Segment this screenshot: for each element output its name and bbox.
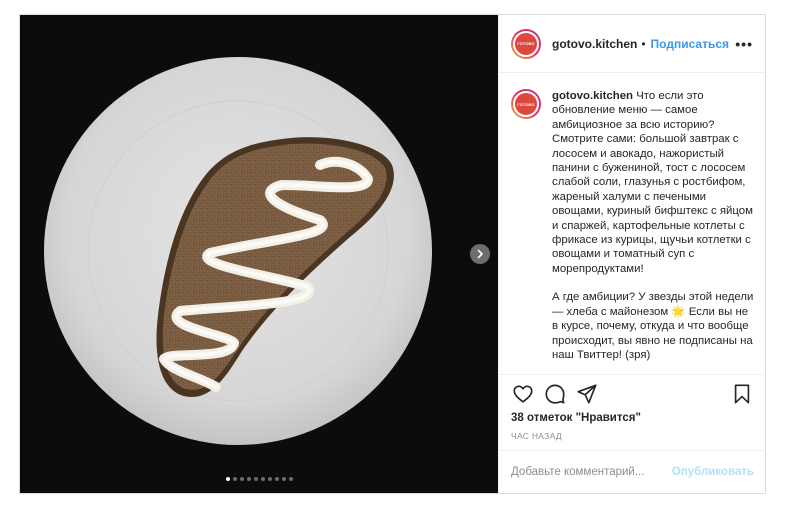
avatar-logo: ГОТОВО: [513, 91, 539, 117]
comment-input[interactable]: [511, 466, 671, 478]
follow-button[interactable]: Подписаться: [651, 37, 729, 51]
action-bar: 38 отметок "Нравится" ЧАС НАЗАД: [499, 375, 766, 441]
heart-icon[interactable]: [511, 382, 535, 406]
carousel-dot: [260, 477, 265, 481]
add-comment-bar: Опубликовать: [499, 450, 766, 493]
caption-username[interactable]: gotovo.kitchen: [552, 90, 633, 102]
avatar-logo: ГОТОВО: [513, 30, 539, 57]
post-photo: [20, 15, 498, 493]
carousel-dot: [246, 477, 251, 481]
avatar[interactable]: ГОТОВО: [511, 28, 541, 59]
carousel-dot: [232, 477, 237, 481]
bookmark-icon[interactable]: [730, 382, 754, 406]
caption-paragraph: Что если это обновление меню — самое амб…: [552, 90, 753, 275]
post-caption: gotovo.kitchen Что если это обновление м…: [552, 89, 754, 362]
carousel-dot: [267, 477, 272, 481]
publish-button[interactable]: Опубликовать: [672, 466, 754, 478]
chevron-right-icon: [477, 249, 483, 259]
post-sidebar: ГОТОВО gotovo.kitchen • Подписаться ••• …: [498, 15, 766, 493]
carousel-dot: [253, 477, 258, 481]
post-media[interactable]: [20, 15, 498, 493]
carousel-dot: [274, 477, 279, 481]
action-icons: [511, 375, 754, 413]
post-header: ГОТОВО gotovo.kitchen • Подписаться •••: [499, 15, 765, 73]
carousel-dot: [281, 477, 286, 481]
comments-section[interactable]: ГОТОВО gotovo.kitchen Что если это обнов…: [499, 73, 766, 375]
username-link[interactable]: gotovo.kitchen: [552, 37, 637, 51]
carousel-dot: [225, 477, 230, 481]
post-timestamp[interactable]: ЧАС НАЗАД: [511, 431, 754, 441]
carousel-next-button[interactable]: [470, 244, 490, 264]
share-icon[interactable]: [575, 382, 599, 406]
caption-row: ГОТОВО gotovo.kitchen Что если это обнов…: [511, 89, 754, 362]
more-dots-icon[interactable]: •••: [735, 37, 753, 51]
carousel-dot: [239, 477, 244, 481]
carousel-indicator: [20, 477, 498, 481]
caption-paragraph: А где амбиции? У звезды этой недели — хл…: [552, 291, 754, 361]
header-separator: •: [641, 36, 646, 51]
instagram-post: ГОТОВО gotovo.kitchen • Подписаться ••• …: [19, 14, 766, 494]
caption-avatar[interactable]: ГОТОВО: [511, 89, 541, 119]
carousel-dot: [288, 477, 293, 481]
likes-count[interactable]: 38 отметок "Нравится": [511, 412, 754, 424]
comment-icon[interactable]: [543, 382, 567, 406]
